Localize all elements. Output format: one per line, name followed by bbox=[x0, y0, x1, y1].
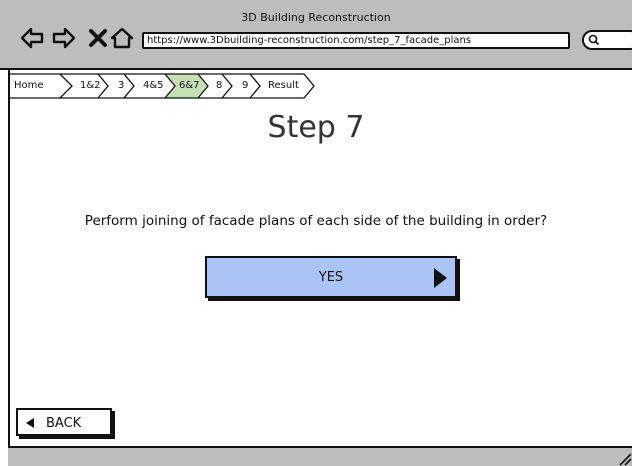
url-bar[interactable]: https://www.3Dbuilding-reconstruction.co… bbox=[142, 32, 570, 49]
breadcrumb-item-6-7[interactable]: 6&7 bbox=[179, 80, 200, 91]
play-arrow-icon bbox=[434, 268, 447, 288]
breadcrumb-item-9[interactable]: 9 bbox=[242, 80, 248, 91]
search-icon bbox=[588, 34, 600, 46]
back-button[interactable]: BACK bbox=[16, 408, 112, 436]
browser-titlebar: 3D Building Reconstruction https://www.3… bbox=[0, 0, 632, 70]
breadcrumb-item-8[interactable]: 8 bbox=[216, 80, 222, 91]
forward-arrow-icon[interactable] bbox=[52, 26, 76, 50]
search-box[interactable] bbox=[582, 30, 632, 50]
breadcrumb-item-home[interactable]: Home bbox=[14, 80, 44, 91]
resize-grip-icon[interactable] bbox=[614, 448, 632, 466]
back-arrow-icon[interactable] bbox=[20, 26, 44, 50]
breadcrumb-item-4-5[interactable]: 4&5 bbox=[143, 80, 164, 91]
question-text: Perform joining of facade plans of each … bbox=[84, 213, 548, 229]
page-title: Step 7 bbox=[267, 110, 365, 145]
yes-button[interactable]: YES bbox=[205, 256, 457, 298]
breadcrumb-item-3[interactable]: 3 bbox=[118, 80, 124, 91]
status-bar bbox=[8, 446, 632, 466]
back-button-label: BACK bbox=[46, 416, 82, 431]
breadcrumb-item-result[interactable]: Result bbox=[268, 80, 299, 91]
close-icon[interactable] bbox=[86, 26, 110, 50]
breadcrumb: Home 1&2 3 4&5 6&7 8 9 Result bbox=[8, 70, 338, 102]
window-title: 3D Building Reconstruction bbox=[241, 11, 391, 24]
yes-button-label: YES bbox=[318, 270, 344, 285]
breadcrumb-item-1-2[interactable]: 1&2 bbox=[80, 80, 101, 91]
home-icon[interactable] bbox=[110, 26, 134, 50]
back-triangle-icon bbox=[26, 418, 34, 428]
